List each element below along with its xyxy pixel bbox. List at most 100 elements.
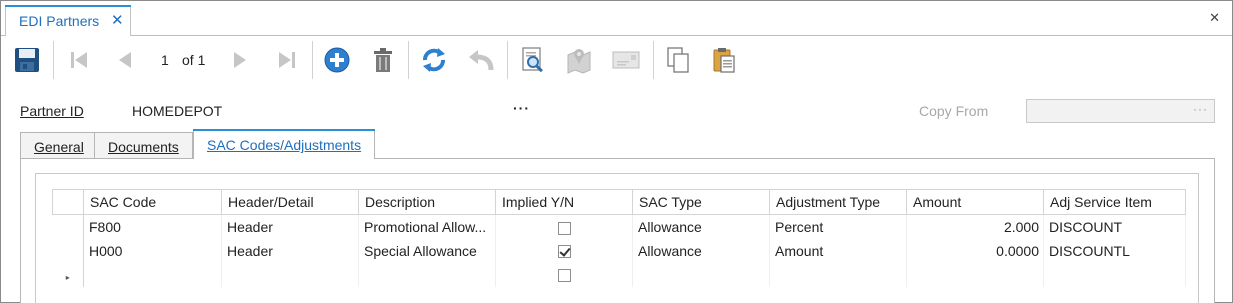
tab-title: EDI Partners xyxy=(19,13,100,29)
last-record-icon xyxy=(279,52,295,68)
envelope-icon xyxy=(612,51,640,69)
tab-sac-codes-label: SAC Codes/Adjustments xyxy=(207,137,362,153)
column-header-description[interactable]: Description xyxy=(358,189,496,215)
copy-from-label: Copy From xyxy=(919,103,989,119)
column-header-amount[interactable]: Amount xyxy=(906,189,1044,215)
pager-current: 1 xyxy=(161,52,169,68)
toolbar-separator xyxy=(312,41,313,79)
previous-record-button[interactable] xyxy=(108,44,140,76)
cell-sac-type[interactable] xyxy=(632,262,770,287)
partner-id-label-text: Partner ID xyxy=(20,103,84,119)
tab-general-label: General xyxy=(34,139,84,155)
column-header-sac-code[interactable]: SAC Code xyxy=(83,189,222,215)
pager-total: of 1 xyxy=(182,52,206,68)
column-header-sac-type[interactable]: SAC Type xyxy=(632,189,770,215)
tab-documents-label: Documents xyxy=(108,139,179,155)
implied-checkbox[interactable] xyxy=(557,269,571,283)
new-row[interactable]: ▸ xyxy=(52,262,1186,287)
cell-sac-type[interactable]: Allowance xyxy=(632,238,770,263)
delete-button[interactable] xyxy=(367,44,399,76)
cell-implied[interactable] xyxy=(495,238,633,263)
delete-icon xyxy=(374,48,392,72)
first-record-button[interactable] xyxy=(63,44,95,76)
cell-sac-type[interactable]: Allowance xyxy=(632,214,770,239)
implied-checkbox[interactable] xyxy=(557,221,571,235)
cell-adj-service-item[interactable]: DISCOUNT xyxy=(1043,214,1186,239)
toolbar-separator xyxy=(653,41,654,79)
cell-header-detail[interactable]: Header xyxy=(221,238,359,263)
undo-icon xyxy=(469,50,494,71)
previous-record-icon xyxy=(119,52,131,68)
copy-button[interactable] xyxy=(662,44,694,76)
table-row[interactable]: F800 Header Promotional Allow... Allowan… xyxy=(52,214,1186,239)
cell-adj-service-item[interactable]: DISCOUNTL xyxy=(1043,238,1186,263)
document-tab-strip: EDI Partners ✕ ✕ xyxy=(1,1,1232,36)
envelope-button[interactable] xyxy=(610,44,642,76)
cell-adjustment-type[interactable] xyxy=(769,262,907,287)
cell-implied[interactable] xyxy=(495,214,633,239)
search-document-icon xyxy=(522,47,543,73)
cell-amount[interactable] xyxy=(906,262,1044,287)
column-header-adjustment-type[interactable]: Adjustment Type xyxy=(769,189,907,215)
save-button[interactable] xyxy=(11,44,43,76)
last-record-button[interactable] xyxy=(271,44,303,76)
first-record-icon xyxy=(71,52,87,68)
current-row-arrow-icon: ▸ xyxy=(65,272,70,282)
implied-checkbox[interactable] xyxy=(557,245,571,259)
cell-adjustment-type[interactable]: Amount xyxy=(769,238,907,263)
cell-adj-service-item[interactable] xyxy=(1043,262,1186,287)
row-indicator[interactable]: ▸ xyxy=(52,262,84,287)
paste-icon xyxy=(713,48,735,73)
save-icon xyxy=(15,48,39,72)
search-document-button[interactable] xyxy=(517,44,549,76)
partner-lookup-button[interactable]: ··· xyxy=(513,100,530,116)
partner-id-value[interactable]: HOMEDEPOT xyxy=(132,103,222,119)
cell-header-detail[interactable] xyxy=(221,262,359,287)
tab-edi-partners[interactable]: EDI Partners ✕ xyxy=(5,5,131,36)
cell-amount[interactable]: 2.000 xyxy=(906,214,1044,239)
cell-description[interactable]: Promotional Allow... xyxy=(358,214,496,239)
cell-description[interactable] xyxy=(358,262,496,287)
row-indicator[interactable] xyxy=(52,214,84,239)
edi-partners-window: EDI Partners ✕ ✕ 1 of 1 Partner ID HOMED… xyxy=(0,0,1233,303)
copy-icon xyxy=(667,47,689,73)
undo-button[interactable] xyxy=(464,44,496,76)
tab-documents[interactable]: Documents xyxy=(94,132,193,159)
grid-header-row: SAC Code Header/Detail Description Impli… xyxy=(52,189,1186,215)
tab-general[interactable]: General xyxy=(20,132,98,159)
refresh-button[interactable] xyxy=(418,44,450,76)
copy-from-lookup-button[interactable]: ··· xyxy=(1193,102,1208,116)
table-row[interactable]: H000 Header Special Allowance Allowance … xyxy=(52,238,1186,263)
close-icon[interactable]: ✕ xyxy=(1209,10,1220,26)
cell-description[interactable]: Special Allowance xyxy=(358,238,496,263)
cell-sac-code[interactable]: F800 xyxy=(83,214,222,239)
toolbar-separator xyxy=(408,41,409,79)
row-indicator-header xyxy=(52,189,84,215)
column-header-header-detail[interactable]: Header/Detail xyxy=(221,189,359,215)
map-button[interactable] xyxy=(563,44,595,76)
toolbar: 1 of 1 xyxy=(1,37,1232,83)
cell-sac-code[interactable] xyxy=(83,262,222,287)
partner-id-label: Partner ID xyxy=(20,103,84,119)
column-header-adj-service-item[interactable]: Adj Service Item xyxy=(1043,189,1186,215)
cell-adjustment-type[interactable]: Percent xyxy=(769,214,907,239)
column-header-implied[interactable]: Implied Y/N xyxy=(495,189,633,215)
toolbar-separator xyxy=(53,41,54,79)
sac-codes-grid: SAC Code Header/Detail Description Impli… xyxy=(52,189,1186,287)
cell-implied[interactable] xyxy=(495,262,633,287)
cell-header-detail[interactable]: Header xyxy=(221,214,359,239)
add-icon xyxy=(324,47,350,73)
add-button[interactable] xyxy=(321,44,353,76)
copy-from-field[interactable]: ··· xyxy=(1026,99,1215,123)
cell-sac-code[interactable]: H000 xyxy=(83,238,222,263)
row-indicator[interactable] xyxy=(52,238,84,263)
toolbar-separator xyxy=(507,41,508,79)
next-record-button[interactable] xyxy=(225,44,257,76)
close-icon[interactable]: ✕ xyxy=(111,11,124,29)
tab-sac-codes-adjustments[interactable]: SAC Codes/Adjustments xyxy=(193,129,376,159)
cell-amount[interactable]: 0.0000 xyxy=(906,238,1044,263)
refresh-icon xyxy=(423,48,445,72)
next-record-icon xyxy=(234,52,246,68)
paste-button[interactable] xyxy=(708,44,740,76)
map-icon xyxy=(567,49,591,74)
